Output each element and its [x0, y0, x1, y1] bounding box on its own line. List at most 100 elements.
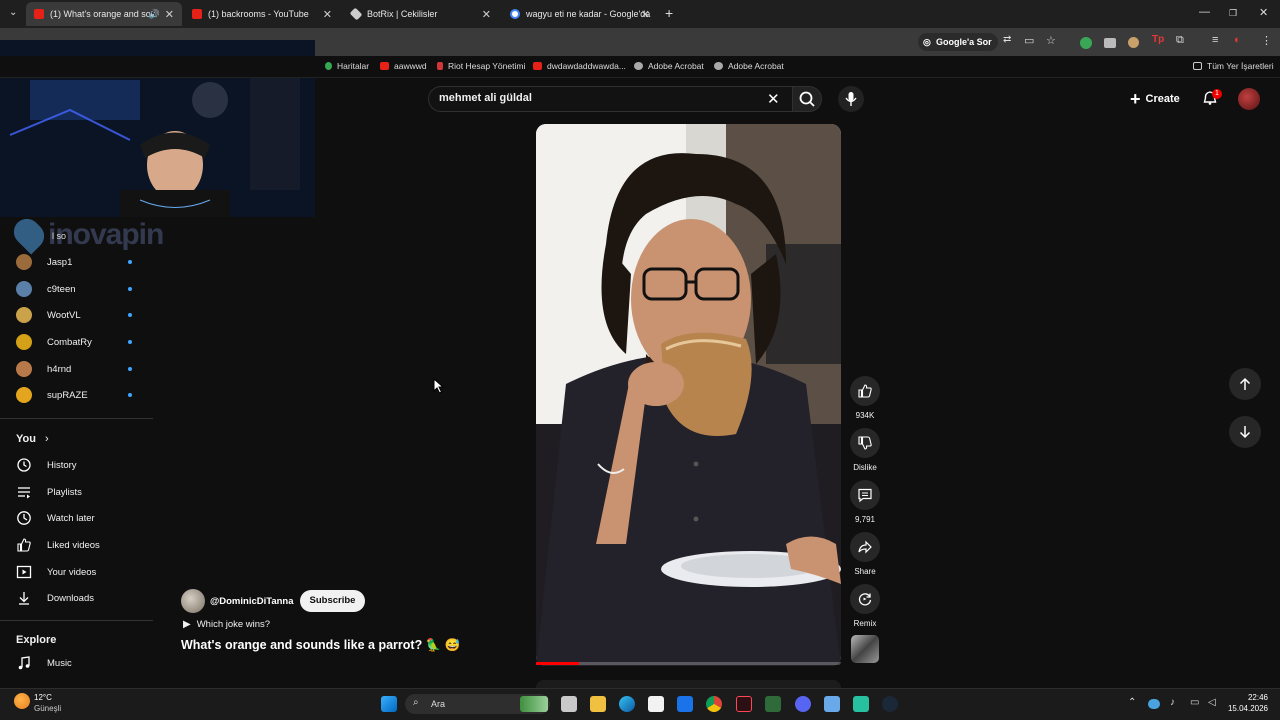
task-view-icon[interactable] — [561, 696, 577, 712]
taskbar-clock-date[interactable]: 15.04.2026 — [1220, 704, 1268, 713]
bookmark-aawwwd[interactable]: aawwwd — [380, 61, 427, 71]
tab-youtube-short[interactable]: (1) What's orange and sou 🔊 ✕ — [26, 2, 182, 26]
show-hidden-icons-icon[interactable]: ⌃ — [1128, 697, 1136, 708]
you-section-header[interactable]: You › — [16, 433, 49, 445]
ask-google-button[interactable]: ◎ Google'a Sor — [918, 33, 998, 51]
subscription-combatry[interactable]: CombatRy — [16, 332, 92, 352]
chrome-browser-icon[interactable] — [706, 696, 722, 712]
create-button[interactable]: + Create — [1130, 88, 1180, 110]
file-explorer-icon[interactable] — [590, 696, 606, 712]
maps-pin-icon — [325, 62, 332, 70]
nav-playlists[interactable]: Playlists — [16, 482, 82, 502]
tab-close-icon[interactable]: ✕ — [165, 8, 174, 21]
subscription-supraze[interactable]: supRAZE — [16, 385, 88, 405]
share-button[interactable] — [850, 532, 880, 562]
subscription-h4rnd[interactable]: h4rnd — [16, 359, 71, 379]
voice-search-button[interactable] — [838, 86, 864, 112]
account-avatar[interactable] — [1238, 88, 1260, 110]
dislike-button[interactable] — [850, 428, 880, 458]
next-short-button[interactable] — [1229, 416, 1261, 448]
browser-menu-icon[interactable]: ⋮ — [1261, 34, 1272, 47]
reading-list-icon[interactable]: ≡ — [1212, 34, 1218, 46]
tab-google-search[interactable]: wagyu eti ne kadar - Google'da ✕ — [502, 2, 658, 26]
tab-audio-icon[interactable]: 🔊 — [149, 9, 160, 20]
clear-search-icon[interactable]: ✕ — [767, 90, 780, 108]
tab-backrooms[interactable]: (1) backrooms - YouTube ✕ — [184, 2, 340, 26]
extension-tp-icon[interactable]: Tp — [1152, 34, 1164, 45]
subscription-c9teen[interactable]: c9teen — [16, 279, 76, 299]
extension-cookie-icon[interactable] — [1128, 37, 1139, 48]
weather-description[interactable]: Güneşli — [34, 704, 61, 713]
thumbs-up-icon — [858, 384, 872, 398]
tab-close-icon[interactable]: ✕ — [641, 8, 650, 21]
extension-gray-icon[interactable] — [1104, 38, 1116, 48]
subscription-jasp1[interactable]: Jasp1 — [16, 252, 72, 272]
google-lens-icon: ◎ — [923, 37, 931, 47]
nav-liked-videos[interactable]: Liked videos — [16, 535, 100, 555]
app-teal-icon[interactable] — [853, 696, 869, 712]
subscribe-button[interactable]: Subscribe — [299, 590, 366, 612]
new-tab-icon[interactable]: + — [665, 5, 673, 21]
nav-your-videos[interactable]: Your videos — [16, 562, 96, 582]
extension-green-icon[interactable] — [1080, 37, 1092, 49]
close-window-icon[interactable]: ✕ — [1259, 6, 1268, 19]
speaker-tray-icon[interactable]: ◁ — [1208, 697, 1216, 708]
cast-icon[interactable]: ▭ — [1024, 34, 1034, 47]
microphone-tray-icon[interactable]: ♪ — [1170, 697, 1175, 708]
tab-botrix[interactable]: BotRix | Cekilisler ✕ — [343, 2, 499, 26]
sound-thumbnail[interactable] — [851, 635, 879, 663]
bookmark-dwdaw[interactable]: dwdawdaddwawda... — [533, 61, 626, 71]
youtube-icon — [380, 62, 389, 70]
steam-icon[interactable] — [882, 696, 898, 712]
share-icon — [858, 540, 872, 554]
onedrive-icon[interactable] — [1148, 699, 1160, 709]
comments-button[interactable] — [850, 480, 880, 510]
video-progress-bar[interactable] — [536, 662, 841, 665]
tab-close-icon[interactable]: ✕ — [482, 8, 491, 21]
nav-music[interactable]: Music — [16, 653, 72, 673]
profile-icon[interactable]: ◐ — [1234, 34, 1241, 46]
weather-sun-icon[interactable] — [14, 693, 30, 709]
app-green-icon[interactable] — [765, 696, 781, 712]
channel-avatar[interactable] — [181, 589, 205, 613]
microsoft-store-icon[interactable] — [648, 696, 664, 712]
bookmark-haritalar[interactable]: Haritalar — [325, 61, 369, 71]
bookmark-label: dwdawdaddwawda... — [547, 61, 626, 71]
nav-downloads[interactable]: Downloads — [16, 588, 94, 608]
taskbar-clock-time[interactable]: 22:46 — [1236, 693, 1268, 702]
tab-close-icon[interactable]: ✕ — [323, 8, 332, 21]
edge-browser-icon[interactable] — [619, 696, 635, 712]
tab-search-chevron-icon[interactable]: ⌄ — [9, 7, 17, 18]
nav-history[interactable]: History — [16, 455, 77, 475]
bookmark-star-icon[interactable]: ☆ — [1046, 34, 1056, 47]
valorant-icon[interactable] — [736, 696, 752, 712]
translate-icon[interactable]: ⇄ — [1003, 34, 1011, 45]
channel-avatar — [16, 307, 32, 323]
globe-icon — [714, 62, 723, 70]
channel-handle[interactable]: @DominicDiTanna — [210, 596, 294, 607]
search-query-text[interactable]: mehmet ali güldal — [439, 92, 532, 104]
live-indicator-dot — [128, 260, 132, 264]
remix-button[interactable] — [850, 584, 880, 614]
outlook-mail-icon[interactable] — [677, 696, 693, 712]
subscription-wootvl[interactable]: WootVL — [16, 305, 81, 325]
windows-start-icon[interactable] — [381, 696, 397, 712]
weather-temperature[interactable]: 12°C — [34, 693, 52, 702]
network-tray-icon[interactable]: ▭ — [1190, 697, 1199, 708]
bookmark-adobe-1[interactable]: Adobe Acrobat — [634, 61, 704, 71]
like-button[interactable] — [850, 376, 880, 406]
nav-watch-later[interactable]: Watch later — [16, 508, 95, 528]
maximize-icon[interactable]: ❐ — [1229, 8, 1237, 19]
you-label: You — [16, 433, 36, 445]
playlist-link[interactable]: ▶ Which joke wins? — [183, 619, 270, 630]
previous-short-button[interactable] — [1229, 368, 1261, 400]
extensions-puzzle-icon[interactable]: ⧉ — [1176, 34, 1184, 47]
minimize-icon[interactable]: — — [1199, 6, 1210, 18]
all-bookmarks[interactable]: Tüm Yer İşaretleri — [1193, 61, 1274, 71]
settings-app-icon[interactable] — [824, 696, 840, 712]
search-button[interactable] — [792, 86, 822, 112]
discord-icon[interactable] — [795, 696, 811, 712]
bookmark-adobe-2[interactable]: Adobe Acrobat — [714, 61, 784, 71]
bookmark-riot[interactable]: Riot Hesap Yönetimi — [437, 61, 525, 71]
short-video-player[interactable] — [536, 124, 841, 666]
